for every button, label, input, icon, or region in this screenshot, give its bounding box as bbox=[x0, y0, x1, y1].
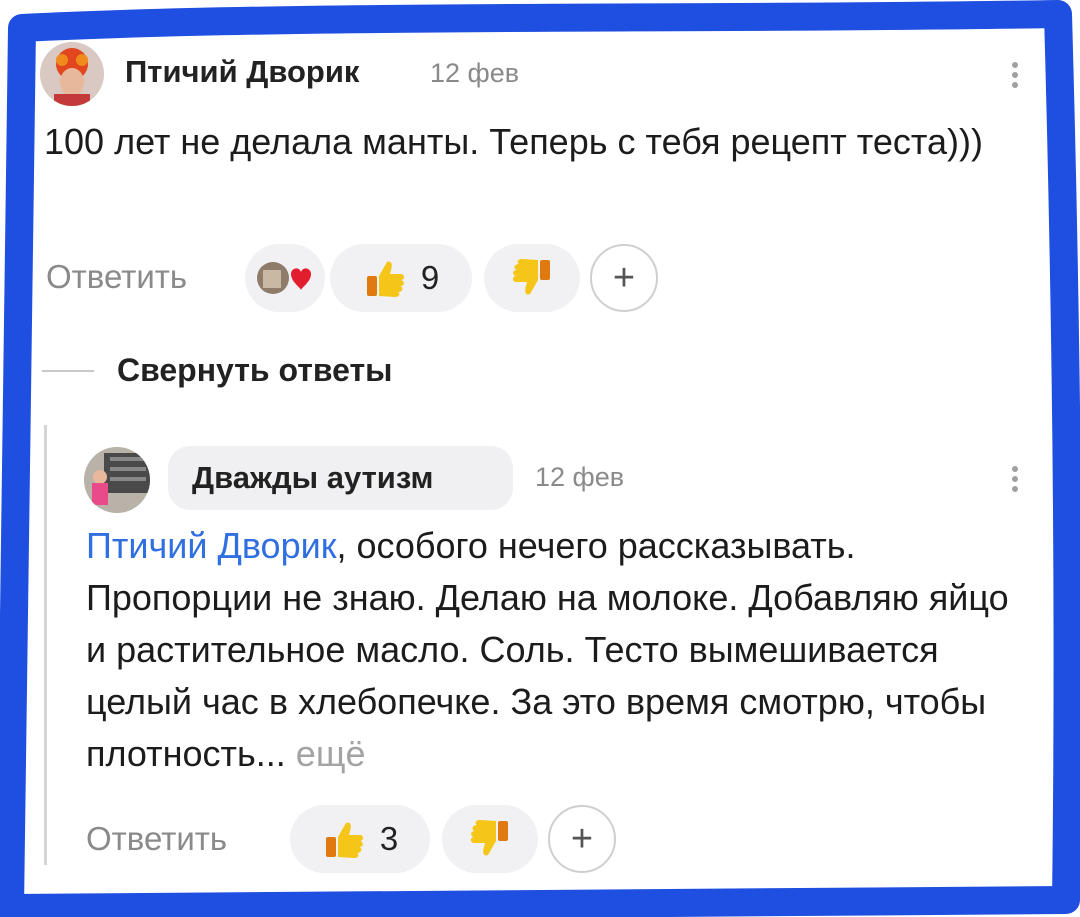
heart-icon bbox=[257, 262, 311, 294]
thumbs-up-icon bbox=[366, 261, 404, 297]
reply-date: 12 фев bbox=[535, 462, 625, 492]
thumbs-down-icon bbox=[471, 820, 508, 856]
reaction-avatars-pill[interactable] bbox=[245, 244, 325, 312]
thumbs-up-icon bbox=[325, 822, 363, 858]
thumbs-down-icon bbox=[513, 259, 550, 295]
like-button[interactable]: 9 bbox=[330, 244, 472, 312]
avatar[interactable] bbox=[40, 42, 104, 106]
reply-text-block: Птичий Дворик, особого нечего рассказыва… bbox=[86, 520, 1036, 780]
show-more-link[interactable]: ещё bbox=[296, 733, 366, 774]
reply-like-button[interactable]: 3 bbox=[290, 805, 430, 873]
dislike-button[interactable] bbox=[484, 244, 580, 312]
reply-mention[interactable]: Птичий Дворик bbox=[86, 525, 336, 566]
comment-author[interactable]: Птичий Дворик bbox=[125, 54, 359, 90]
reply-add-reaction-button[interactable]: + bbox=[548, 805, 616, 873]
like-count: 9 bbox=[420, 259, 440, 296]
reply-dislike-button[interactable] bbox=[442, 805, 538, 873]
reply-avatar[interactable] bbox=[84, 447, 150, 513]
reply-button[interactable]: Ответить bbox=[46, 258, 187, 296]
comment-text: 100 лет не делала манты. Теперь с тебя р… bbox=[44, 121, 983, 162]
comment-date: 12 фев bbox=[430, 58, 520, 88]
plus-icon: + bbox=[570, 817, 594, 860]
thread-line bbox=[44, 425, 47, 865]
reply-reply-button[interactable]: Ответить bbox=[86, 820, 227, 858]
reply-kebab-menu-icon[interactable] bbox=[1012, 462, 1018, 496]
collapse-replies-button[interactable]: Свернуть ответы bbox=[117, 352, 393, 389]
reply-like-count: 3 bbox=[379, 820, 399, 857]
reply-author: Дважды аутизм bbox=[192, 460, 434, 495]
collapse-divider bbox=[42, 370, 94, 372]
kebab-menu-icon[interactable] bbox=[1012, 58, 1018, 92]
plus-icon: + bbox=[612, 256, 636, 299]
add-reaction-button[interactable]: + bbox=[590, 244, 658, 312]
reply-author-chip[interactable]: Дважды аутизм bbox=[168, 446, 513, 510]
